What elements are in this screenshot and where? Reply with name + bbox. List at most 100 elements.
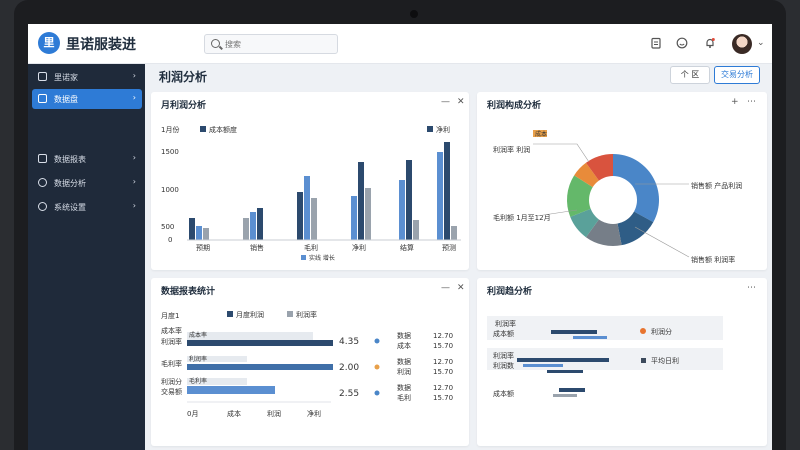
bar-label: 利润率 <box>189 355 207 363</box>
search-input[interactable] <box>225 37 333 51</box>
folder-icon <box>38 72 47 81</box>
legend-swatch <box>301 255 306 260</box>
clipboard-icon[interactable] <box>650 37 662 49</box>
bell-icon[interactable] <box>704 37 716 49</box>
trend-bar <box>553 394 577 397</box>
row-label: 利润数 <box>493 361 514 370</box>
chart-bar <box>196 226 202 240</box>
trend-bar <box>559 388 585 392</box>
metric-value: 4.35 <box>339 337 359 347</box>
row-label: 成本额 <box>493 329 514 338</box>
chart-bar <box>437 152 443 240</box>
h-bar <box>187 340 333 346</box>
sidebar-item-dashboard[interactable]: 数据盘 › <box>32 89 142 109</box>
chart-bar <box>358 162 364 240</box>
x-tick: 预期 <box>196 243 210 252</box>
donut-chart: 成本 利润率 利润 销售额 产品利润 毛利额 1月至12月 销售额 利润率 <box>493 130 742 264</box>
user-avatar[interactable] <box>732 34 752 54</box>
side-sub: 成本 <box>397 341 411 350</box>
side-num: 12.70 <box>433 384 453 392</box>
chevron-right-icon: › <box>132 71 136 80</box>
report-stats-card: 数据报表统计 — ✕ 月度利润 利润率 月度1 成本率 利润率 毛利率 利润分 … <box>151 278 469 446</box>
smile-icon[interactable] <box>676 37 688 49</box>
status-dot <box>374 364 380 370</box>
leader-line <box>533 143 590 163</box>
page-title: 利润分析 <box>159 70 208 84</box>
x-tick: 利润 <box>267 409 281 418</box>
app-title: 里诺服装进 <box>66 37 136 53</box>
legend-label: 成本 <box>535 130 547 138</box>
trend-bar <box>573 336 607 339</box>
metric-value: 2.00 <box>339 363 359 373</box>
legend-dot <box>640 328 646 334</box>
analysis-button[interactable]: 交易分析 <box>714 66 760 84</box>
bar-label: 毛利率 <box>189 377 207 385</box>
legend-label: 平均日利 <box>651 356 679 365</box>
chart-bar <box>250 212 256 240</box>
chart-bar <box>444 142 450 240</box>
chevron-right-icon: › <box>132 201 136 210</box>
horizontal-bar-chart: 月度利润 利润率 月度1 成本率 利润率 毛利率 利润分 交易额 成本率 利润率… <box>161 310 453 418</box>
slice-label: 销售额 产品利润 <box>691 181 742 190</box>
legend-label: 利润率 <box>296 310 317 319</box>
legend-label: 月度利润 <box>236 310 264 319</box>
chart-bar <box>243 218 249 240</box>
sidebar-item-reports[interactable]: 数据报表 › <box>32 149 142 169</box>
chart-bar <box>365 188 371 240</box>
legend-swatch <box>227 311 233 317</box>
chevron-right-icon: › <box>132 177 136 186</box>
search-box[interactable] <box>204 34 338 54</box>
sidebar-item-label: 系统设置 <box>54 203 86 212</box>
top-bar: 里 里诺服装进 ⌄ <box>28 24 772 64</box>
x-tick: 毛利 <box>304 243 318 252</box>
chart-bar <box>304 176 310 240</box>
side-num: 12.70 <box>433 332 453 340</box>
metric-value: 2.55 <box>339 389 359 399</box>
sidebar-item-label: 数据盘 <box>54 95 78 104</box>
x-tick: 成本 <box>227 409 241 418</box>
legend-label: 净利 <box>436 125 450 134</box>
gear-icon <box>38 202 47 211</box>
legend-label: 实线 增长 <box>309 254 335 262</box>
chevron-down-icon[interactable]: ⌄ <box>757 38 765 48</box>
sidebar-item-home[interactable]: 里诺家 › <box>32 67 142 87</box>
sidebar-item-label: 数据报表 <box>54 155 86 164</box>
slice-label: 销售额 利润率 <box>691 255 735 264</box>
row-label: 利润分 <box>161 377 182 386</box>
trend-chart: 利润率 成本额 利润率 利润数 成本额 利润分 平均日利 <box>487 316 723 398</box>
chart-bar <box>257 208 263 240</box>
chevron-right-icon: › <box>132 93 136 102</box>
row-label: 交易额 <box>161 387 182 396</box>
row-label: 成本率 <box>161 326 182 335</box>
status-dot <box>374 390 380 396</box>
y-tick: 1000 <box>161 186 179 194</box>
x-tick: 销售 <box>250 243 264 252</box>
bar-label: 成本率 <box>189 331 207 339</box>
h-bar <box>187 364 333 370</box>
chart-bar <box>399 180 405 240</box>
chart-bar <box>297 192 303 240</box>
profit-trend-card: 利润趋分析 ⋯ 利润率 成本额 利润率 利润数 成本额 利润分 平均日利 <box>477 278 767 446</box>
legend-swatch <box>200 126 206 132</box>
sidebar-item-analysis[interactable]: 数据分析 › <box>32 173 142 193</box>
x-tick: 净利 <box>352 243 366 252</box>
x-tick: 净利 <box>307 409 321 418</box>
bar-chart: 1月份 成本额度 净利 1500 1000 500 0 预期 销售 毛利 净利 … <box>161 125 461 262</box>
donut-hole <box>589 176 637 224</box>
main-content: 利润分析 个 区 交易分析 月利润分析 — ✕ 1月份 成本额度 净利 1500… <box>145 64 772 450</box>
y-tick: 0 <box>168 236 172 244</box>
side-num: 15.70 <box>433 342 453 350</box>
chart-bar <box>351 196 357 240</box>
document-icon <box>38 154 47 163</box>
legend-label: 利润分 <box>651 327 672 336</box>
chart-bar <box>203 228 209 240</box>
dashboard-icon <box>38 94 47 103</box>
profit-structure-card: 利润构成分析 + ⋯ 成本 利润率 利润 销售额 产品利润 毛利额 1月至12月… <box>477 92 767 270</box>
trend-bar <box>551 330 597 334</box>
chart-bar <box>406 160 412 240</box>
leader-line <box>634 226 690 258</box>
monthly-profit-card: 月利润分析 — ✕ 1月份 成本额度 净利 1500 1000 500 0 预期… <box>151 92 469 270</box>
sidebar-item-settings[interactable]: 系统设置 › <box>32 197 142 217</box>
side-label: 数据 <box>397 331 411 340</box>
filter-button[interactable]: 个 区 <box>670 66 710 84</box>
